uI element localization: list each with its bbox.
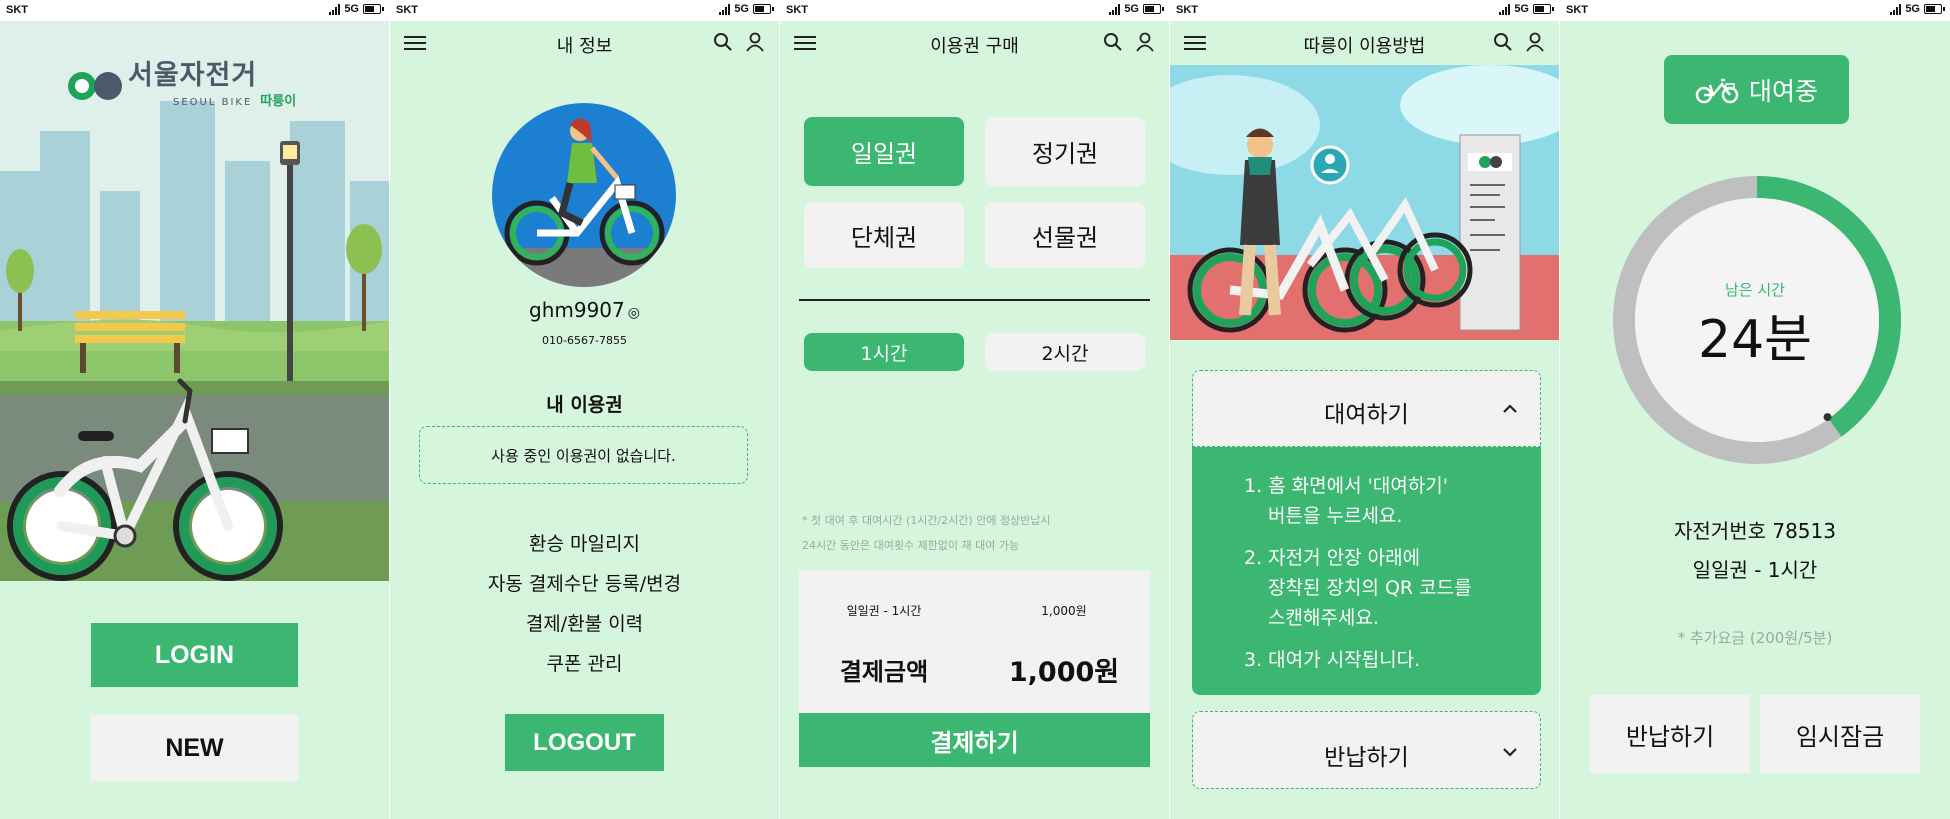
duration-1h[interactable]: 1시간: [804, 333, 964, 371]
signal-icon: [719, 3, 731, 15]
carrier-label: SKT: [6, 4, 28, 16]
remaining-value: 24분: [1697, 310, 1812, 370]
app-bar: 이용권 구매: [780, 21, 1169, 65]
status-bar: SKT 5G: [780, 0, 1169, 21]
renting-status-badge: 대여중: [1664, 55, 1849, 124]
payment-summary: 일일권 - 1시간 1,000원 결제금액 1,000원: [799, 570, 1150, 713]
howto-illustration: [1170, 65, 1559, 340]
logo-sub: SEOUL BIKE: [173, 97, 253, 108]
menu-item-payment-method[interactable]: 자동 결제수단 등록/변경: [390, 569, 779, 596]
pass-type-daily[interactable]: 일일권: [804, 117, 964, 186]
status-bar: SKT 5G: [390, 0, 779, 21]
search-icon[interactable]: [1493, 32, 1513, 52]
carrier-label: SKT: [1176, 4, 1198, 16]
rent-accordion-header[interactable]: 대여하기: [1192, 370, 1541, 447]
logo: 서울자전거 SEOUL BIKE 따릉이: [68, 62, 296, 109]
notice-line-2: 24시간 동안은 대여횟수 제한없이 재 대여 가능: [802, 539, 1020, 552]
network-label: 5G: [344, 3, 359, 15]
temporary-lock-button[interactable]: 임시잠금: [1760, 695, 1920, 773]
rent-step-2: 2. 자전거 안장 아래에: [1244, 547, 1421, 569]
user-icon[interactable]: [745, 32, 765, 52]
battery-icon: [1143, 4, 1164, 14]
signal-icon: [1890, 3, 1902, 15]
rent-step-3: 3. 대여가 시작됩니다.: [1244, 649, 1421, 671]
duration-2h[interactable]: 2시간: [985, 333, 1145, 371]
menu-item-payment-history[interactable]: 결제/환불 이력: [390, 609, 779, 636]
summary-item: 일일권 - 1시간: [846, 604, 922, 618]
app-bar: 따릉이 이용방법: [1170, 21, 1559, 65]
status-bar: SKT 5G: [1560, 0, 1950, 21]
extra-fee-note: * 추가요금 (200원/5분): [1677, 629, 1833, 647]
pass-type-group[interactable]: 단체권: [804, 202, 964, 268]
notice-line-1: * 첫 대여 후 대여시간 (1시간/2시간) 안에 정상반납시: [802, 514, 1051, 527]
logo-brand: 따릉이: [260, 94, 297, 109]
battery-icon: [363, 4, 384, 14]
pass-type-gift[interactable]: 선물권: [985, 202, 1145, 268]
screen-renting: SKT 5G 대여중 남은 시간 24분 자전거번호 78513 일일권 - 1…: [1560, 0, 1950, 819]
search-icon[interactable]: [1103, 32, 1123, 52]
my-pass-title: 내 이용권: [546, 394, 623, 416]
bike-number: 자전거번호 78513: [1674, 519, 1836, 543]
return-accordion-header[interactable]: 반납하기: [1192, 711, 1541, 789]
progress-knob: [1823, 413, 1832, 422]
bicycle-icon: [1695, 78, 1739, 103]
user-icon[interactable]: [1525, 32, 1545, 52]
network-label: 5G: [1905, 3, 1920, 15]
divider: [799, 299, 1150, 301]
phone-number: 010-6567-7855: [542, 334, 627, 347]
chevron-up-icon[interactable]: [1502, 401, 1518, 417]
carrier-label: SKT: [1566, 4, 1588, 16]
logo-icon: [68, 71, 96, 100]
network-label: 5G: [734, 3, 749, 15]
network-label: 5G: [1514, 3, 1529, 15]
logout-button[interactable]: LOGOUT: [505, 714, 664, 771]
pass-type-regular[interactable]: 정기권: [985, 117, 1145, 186]
battery-icon: [1924, 4, 1945, 14]
rent-step-1-cont: 버튼을 누르세요.: [1268, 505, 1403, 527]
total-label: 결제금액: [839, 658, 929, 686]
signal-icon: [1499, 3, 1511, 15]
menu-item-mileage[interactable]: 환승 마일리지: [390, 529, 779, 556]
search-icon[interactable]: [713, 32, 733, 52]
network-label: 5G: [1124, 3, 1139, 15]
rent-step-2-cont: 장착된 장치의 QR 코드를: [1268, 577, 1472, 599]
login-button[interactable]: LOGIN: [91, 623, 298, 687]
rent-accordion-title: 대여하기: [1324, 402, 1409, 428]
rent-steps-panel: 1. 홈 화면에서 '대여하기' 버튼을 누르세요. 2. 자전거 안장 아래에…: [1192, 447, 1541, 695]
carrier-label: SKT: [786, 4, 808, 16]
return-accordion-title: 반납하기: [1324, 745, 1409, 771]
battery-icon: [753, 4, 774, 14]
profile-avatar: [492, 103, 676, 287]
pay-button[interactable]: 결제하기: [799, 713, 1150, 767]
chevron-down-icon[interactable]: [1502, 744, 1518, 760]
app-bar: 내 정보: [390, 21, 779, 65]
menu-item-coupons[interactable]: 쿠폰 관리: [390, 649, 779, 676]
rent-step-2-cont2: 스캔해주세요.: [1268, 607, 1379, 629]
screen-splash: SKT 5G 서울자전거 SEOUL BIKE 따릉이 LOGIN NEW: [0, 0, 389, 819]
username: ghm9907 ◎: [529, 298, 640, 322]
screen-my-info: SKT 5G 내 정보 ghm9907 ◎ 010-6567-7855 내 이용…: [390, 0, 779, 819]
battery-icon: [1533, 4, 1554, 14]
settings-icon[interactable]: ◎: [628, 305, 640, 321]
summary-price: 1,000원: [1041, 604, 1087, 618]
logo-text: 서울자전거: [128, 60, 258, 91]
user-icon[interactable]: [1135, 32, 1155, 52]
screen-pass-purchase: SKT 5G 이용권 구매 일일권 정기권 단체권 선물권 1시간 2시간 * …: [780, 0, 1169, 819]
new-account-button[interactable]: NEW: [91, 715, 298, 781]
signal-icon: [329, 3, 341, 15]
rent-step-1: 1. 홈 화면에서 '대여하기': [1244, 475, 1449, 497]
logo-icon-dot: [94, 71, 122, 100]
status-bar: SKT 5G: [1170, 0, 1559, 21]
pass-info: 일일권 - 1시간: [1692, 558, 1818, 582]
total-value: 1,000원: [1008, 657, 1120, 688]
return-button[interactable]: 반납하기: [1590, 695, 1750, 773]
renting-status-label: 대여중: [1748, 76, 1818, 106]
signal-icon: [1109, 3, 1121, 15]
status-bar: SKT 5G: [0, 0, 389, 21]
screen-how-to-use: SKT 5G 따릉이 이용방법 대여하기 1. 홈 화면에서 '대여하기' 버튼…: [1170, 0, 1559, 819]
no-pass-box: 사용 중인 이용권이 없습니다.: [419, 426, 748, 484]
carrier-label: SKT: [396, 4, 418, 16]
